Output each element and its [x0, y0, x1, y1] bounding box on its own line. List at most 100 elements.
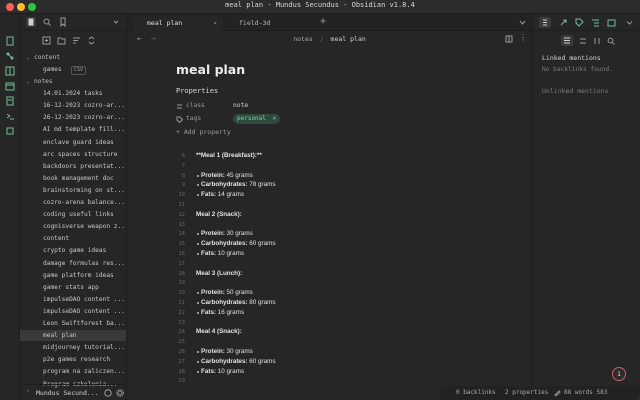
unlinked-mentions-heading[interactable]: Unlinked mentions [542, 87, 609, 95]
calendar-icon[interactable] [5, 81, 15, 91]
file-item[interactable]: impulseDAO content ... [20, 306, 126, 317]
editor-line[interactable]: 24 Meal 4 (Snack): [127, 327, 532, 337]
editor-line[interactable]: 13 [127, 220, 532, 230]
help-icon[interactable] [104, 389, 112, 397]
editor-line[interactable]: 28 Fats: 10 grams [127, 367, 532, 377]
file-item[interactable]: 16-12-2023 cozro-ar... [20, 100, 126, 111]
tag-pill[interactable]: personal × [233, 114, 281, 124]
file-item[interactable]: p2e games research [20, 354, 126, 365]
file-item[interactable]: book management doc [20, 173, 126, 184]
editor-line[interactable]: 10 Fats: 14 grams [127, 190, 532, 200]
folder-notes[interactable]: ⌄ notes [20, 76, 126, 87]
right-sidebar-more-icon[interactable] [625, 18, 634, 27]
file-item[interactable]: 26-12-2023 cozro-ar... [20, 112, 126, 123]
editor-line[interactable]: 19 [127, 278, 532, 288]
file-item[interactable]: program na zaliczen... [20, 366, 126, 377]
editor-line[interactable]: 26 Protein: 30 grams [127, 347, 532, 357]
help-button[interactable]: 1 [612, 367, 626, 381]
file-item[interactable]: backdoors presentat... [20, 161, 126, 172]
file-item[interactable]: games CSV [20, 64, 126, 75]
file-item[interactable]: enclave guard ideas [20, 137, 126, 148]
file-item[interactable]: crypto game ideas [20, 245, 126, 256]
bookmark-icon[interactable] [58, 17, 68, 27]
note-title[interactable]: meal plan [176, 62, 245, 77]
editor-line[interactable]: 14 Protein: 30 grams [127, 229, 532, 239]
file-item[interactable]: coding useful links [20, 209, 126, 220]
collapse-icon[interactable] [87, 36, 96, 45]
property-tags[interactable]: tags personal × [176, 113, 376, 125]
editor-line[interactable]: 25 [127, 337, 532, 347]
folder-content[interactable]: ⌄ content [20, 52, 126, 63]
tags-icon[interactable] [575, 18, 584, 27]
editor-line[interactable]: 27 Carbohydrates: 60 grams [127, 357, 532, 367]
new-folder-icon[interactable] [57, 36, 66, 45]
close-tab-icon[interactable]: × [213, 16, 217, 31]
editor-line[interactable]: 16 Fats: 10 grams [127, 249, 532, 259]
file-item[interactable]: impulseDAO content ... [20, 294, 126, 305]
vault-switcher[interactable]: ⌃ Mundus Secund... [20, 384, 127, 400]
edit-icon[interactable] [554, 389, 561, 396]
file-item[interactable]: meal plan [20, 330, 126, 342]
editor-line[interactable]: 22 Fats: 16 grams [127, 308, 532, 318]
list-icon[interactable] [561, 35, 573, 46]
file-item[interactable]: damage formulas res... [20, 258, 126, 269]
canvas-icon[interactable] [5, 66, 15, 76]
property-value[interactable]: note [233, 100, 248, 112]
add-property-button[interactable]: + Add property [176, 128, 231, 136]
editor-line[interactable]: 23 [127, 318, 532, 328]
editor-line[interactable]: 29 [127, 376, 532, 386]
note-editor[interactable]: meal plan Properties class note tags per… [127, 48, 532, 386]
outline-icon[interactable] [591, 18, 600, 27]
editor-line[interactable]: 8 Protein: 45 grams [127, 171, 532, 181]
file-item[interactable]: gamer stats app [20, 282, 126, 293]
editor-line[interactable]: 9 Carbohydrates: 78 grams [127, 180, 532, 190]
property-class[interactable]: class note [176, 100, 376, 112]
editor-line[interactable]: 15 Carbohydrates: 60 grams [127, 239, 532, 249]
file-item[interactable]: AI md template fill... [20, 124, 126, 135]
file-item[interactable]: cognisverse weapon z... [20, 221, 126, 232]
file-item[interactable]: cozro-arena balance... [20, 197, 126, 208]
remove-tag-icon[interactable]: × [273, 115, 277, 122]
tab-list-icon[interactable] [519, 19, 526, 26]
editor-line[interactable]: 20 Protein: 50 grams [127, 288, 532, 298]
editor-line[interactable]: 11 [127, 200, 532, 210]
sidebar-toggle-icon[interactable] [6, 17, 16, 27]
editor-line[interactable]: 6 **Meal 1 (Breakfast):** [127, 151, 532, 161]
files-icon[interactable] [26, 17, 36, 27]
tab-meal-plan[interactable]: meal plan × [133, 16, 223, 31]
tab-field-3d[interactable]: field-3d [227, 16, 315, 31]
files-icon[interactable] [5, 36, 15, 46]
search-icon[interactable] [42, 17, 52, 27]
terminal-icon[interactable] [5, 111, 15, 121]
editor-line[interactable]: 12 Meal 2 (Snack): [127, 210, 532, 220]
more-icon[interactable]: ⋮ [519, 33, 527, 42]
calendar-icon[interactable] [607, 18, 616, 27]
settings-icon[interactable] [116, 389, 124, 397]
graph-icon[interactable] [5, 51, 15, 61]
search-icon[interactable] [607, 37, 615, 45]
new-tab-icon[interactable]: + [320, 16, 326, 27]
sidebar-more-icon[interactable] [111, 17, 121, 27]
properties-count[interactable]: 2 properties [505, 386, 548, 400]
file-item[interactable]: game platform ideas [20, 270, 126, 281]
backlinks-count[interactable]: 0 backlinks [456, 386, 496, 400]
editor-line[interactable]: 7 [127, 161, 532, 171]
file-item[interactable]: content [20, 233, 126, 244]
backlinks-tab-icon[interactable] [539, 17, 551, 28]
editor-line[interactable]: 21 Carbohydrates: 80 grams [127, 298, 532, 308]
editor-line[interactable]: 17 [127, 259, 532, 269]
command-icon[interactable] [5, 126, 15, 136]
breadcrumb-file[interactable]: meal plan [331, 35, 366, 43]
templates-icon[interactable] [5, 96, 15, 106]
sort-icon[interactable] [72, 36, 81, 45]
outgoing-links-icon[interactable] [559, 18, 568, 27]
breadcrumb-folder[interactable]: notes [293, 35, 313, 43]
file-item[interactable]: midjourney tutorial... [20, 342, 126, 353]
file-item[interactable]: 14.01.2024 tasks [20, 88, 126, 99]
collapse-results-icon[interactable] [579, 37, 587, 45]
new-note-icon[interactable] [42, 36, 51, 45]
file-item[interactable]: arc spaces structure [20, 149, 126, 160]
linked-mentions-heading[interactable]: Linked mentions [542, 54, 601, 62]
editor-line[interactable]: 18 Meal 3 (Lunch): [127, 269, 532, 279]
file-item[interactable]: brainstorming on st... [20, 185, 126, 196]
